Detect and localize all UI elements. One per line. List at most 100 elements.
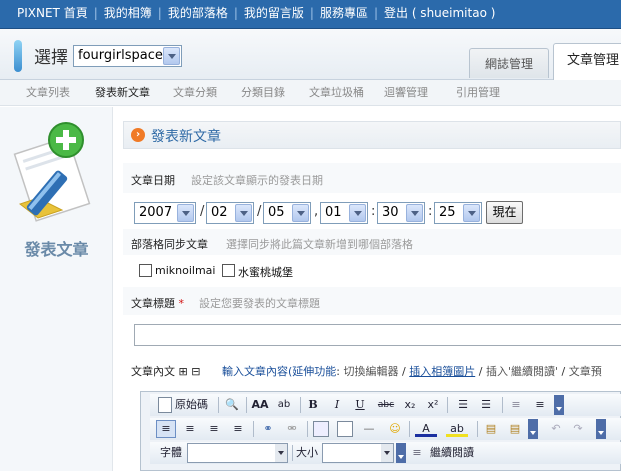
source-icon[interactable]	[158, 397, 172, 413]
smiley-icon[interactable]: ☺	[386, 421, 404, 437]
content-prompt-prefix: 輸入文章內容(	[222, 365, 293, 378]
toolbar-divider	[502, 397, 503, 413]
day-select[interactable]: 05	[263, 202, 311, 224]
year-select[interactable]: 2007	[134, 202, 196, 224]
time-separator: :	[371, 204, 376, 219]
subnav-article-trash[interactable]: 文章垃圾桶	[309, 80, 364, 105]
blog-select[interactable]: fourgirlspace	[73, 45, 182, 67]
date-separator: ,	[314, 204, 319, 219]
sync-checkbox-peach-castle[interactable]	[222, 264, 235, 277]
now-button[interactable]: 現在	[486, 201, 523, 224]
date-separator: /	[257, 204, 262, 219]
unlink-icon[interactable]: ⚮	[283, 421, 301, 437]
align-justify-icon[interactable]: ≡	[230, 421, 246, 437]
italic-icon[interactable]: I	[330, 397, 344, 413]
toolbar-divider	[307, 421, 308, 437]
subscript-icon[interactable]: x₂	[402, 397, 418, 413]
undo-icon[interactable]: ↶	[548, 421, 564, 437]
subnav-article-categories[interactable]: 文章分類	[173, 80, 217, 105]
date-separator: /	[200, 204, 205, 219]
nav-logout[interactable]: 登出 ( shueimitao )	[384, 6, 495, 20]
link-icon[interactable]: ⚭	[259, 421, 277, 437]
strikethrough-icon[interactable]: abc	[376, 397, 396, 413]
nav-services[interactable]: 服務專區	[320, 6, 368, 20]
superscript-icon[interactable]: x²	[425, 397, 441, 413]
replace-icon[interactable]: ab	[274, 397, 294, 413]
continue-reading-button[interactable]: 繼續閱讀	[428, 445, 476, 461]
switch-editor-link[interactable]: 切換編輯器	[344, 365, 399, 378]
align-left-icon[interactable]: ≡	[156, 420, 176, 438]
align-center-icon[interactable]: ≡	[182, 421, 198, 437]
image-icon[interactable]	[313, 421, 329, 437]
redo-icon[interactable]: ↷	[570, 421, 586, 437]
expand-icon[interactable]: ⊞	[179, 365, 188, 378]
text-color-icon[interactable]: A	[415, 421, 437, 437]
find-icon[interactable]: AA	[251, 397, 269, 413]
more-options-icon[interactable]	[528, 419, 538, 439]
sync-checkbox-miknoilmai[interactable]	[139, 264, 152, 277]
nav-my-blog[interactable]: 我的部落格	[168, 6, 228, 20]
nav-pixnet-home[interactable]: PIXNET 首頁	[17, 6, 88, 20]
underline-icon[interactable]: U	[353, 397, 367, 413]
hour-select[interactable]: 01	[320, 202, 368, 224]
numbered-list-icon[interactable]: ☰	[455, 397, 471, 413]
required-mark: *	[178, 297, 185, 310]
subnav-new-article[interactable]: 發表新文章	[95, 80, 150, 105]
subnav-trackback-management[interactable]: 引用管理	[456, 80, 500, 105]
post-article-icon	[13, 122, 91, 222]
toolbar-divider	[292, 445, 293, 461]
chevron-down-icon	[235, 204, 252, 222]
tab-diary-management[interactable]: 網誌管理	[469, 48, 549, 78]
more-options-icon[interactable]	[396, 443, 406, 463]
preview-icon[interactable]: 🔍	[223, 397, 241, 413]
chevron-down-icon	[381, 444, 393, 462]
paste-text-icon[interactable]: ▤	[507, 421, 523, 437]
tab-article-management[interactable]: 文章管理	[553, 43, 621, 81]
bold-icon[interactable]: B	[306, 397, 320, 413]
title-input[interactable]	[134, 324, 621, 346]
day-value: 05	[268, 205, 285, 220]
month-select[interactable]: 02	[206, 202, 254, 224]
nav-my-guestbook[interactable]: 我的留言版	[244, 6, 304, 20]
subnav-category-directory[interactable]: 分類目錄	[241, 80, 285, 105]
chevron-down-icon	[163, 47, 180, 65]
nav-my-album[interactable]: 我的相簿	[104, 6, 152, 20]
content-label-group: 文章內文 ⊞ ⊟	[131, 363, 200, 379]
align-right-icon[interactable]: ≡	[206, 421, 222, 437]
minute-select[interactable]: 30	[377, 202, 425, 224]
subnav-comment-management[interactable]: 迴響管理	[384, 80, 428, 105]
source-button[interactable]: 原始碼	[175, 397, 208, 413]
article-preview-link[interactable]: 文章預	[569, 365, 602, 378]
blog-bar-icon	[14, 40, 22, 72]
sync-hint: 選擇同步將此篇文章新增到哪個部落格	[226, 238, 413, 251]
bulleted-list-icon[interactable]: ☰	[478, 397, 494, 413]
more-options-icon[interactable]	[554, 395, 564, 415]
insert-continue-link[interactable]: 插入'繼續閱讀'	[486, 365, 558, 378]
chevron-down-icon	[349, 204, 366, 222]
table-icon[interactable]	[337, 421, 353, 437]
sidebar-title: 發表文章	[24, 240, 89, 259]
size-select[interactable]	[322, 443, 394, 463]
insert-album-photo-link[interactable]: 插入相簿圖片	[409, 365, 475, 378]
horizontal-rule-icon[interactable]: —	[361, 421, 377, 437]
outdent-icon[interactable]: ≡	[508, 397, 524, 413]
colon: :	[336, 365, 341, 378]
editor-toolbar-row-2: ≡ ≡ ≡ ≡ ⚭ ⚮ — ☺ A ab ▤ ▤ ↶ ↷	[150, 418, 621, 440]
subnav-article-list[interactable]: 文章列表	[26, 80, 70, 105]
page-break-icon[interactable]: ≡	[411, 445, 423, 461]
date-hint: 設定該文章顯示的發表日期	[191, 174, 323, 187]
toolbar-divider	[477, 421, 478, 437]
toolbar-divider	[218, 397, 219, 413]
paste-icon[interactable]: ▤	[483, 421, 499, 437]
font-select[interactable]	[187, 443, 288, 463]
highlight-color-icon[interactable]: ab	[446, 421, 468, 437]
sync-option-label: 水蜜桃城堡	[238, 266, 293, 279]
chevron-down-icon	[292, 204, 309, 222]
section-title: 發表新文章	[151, 129, 221, 145]
more-options-icon[interactable]	[596, 419, 606, 439]
indent-icon[interactable]: ≡	[532, 397, 548, 413]
arrow-right-icon: ›	[131, 128, 145, 142]
second-select[interactable]: 25	[434, 202, 482, 224]
collapse-icon[interactable]: ⊟	[191, 365, 200, 378]
date-label: 文章日期	[131, 174, 175, 187]
